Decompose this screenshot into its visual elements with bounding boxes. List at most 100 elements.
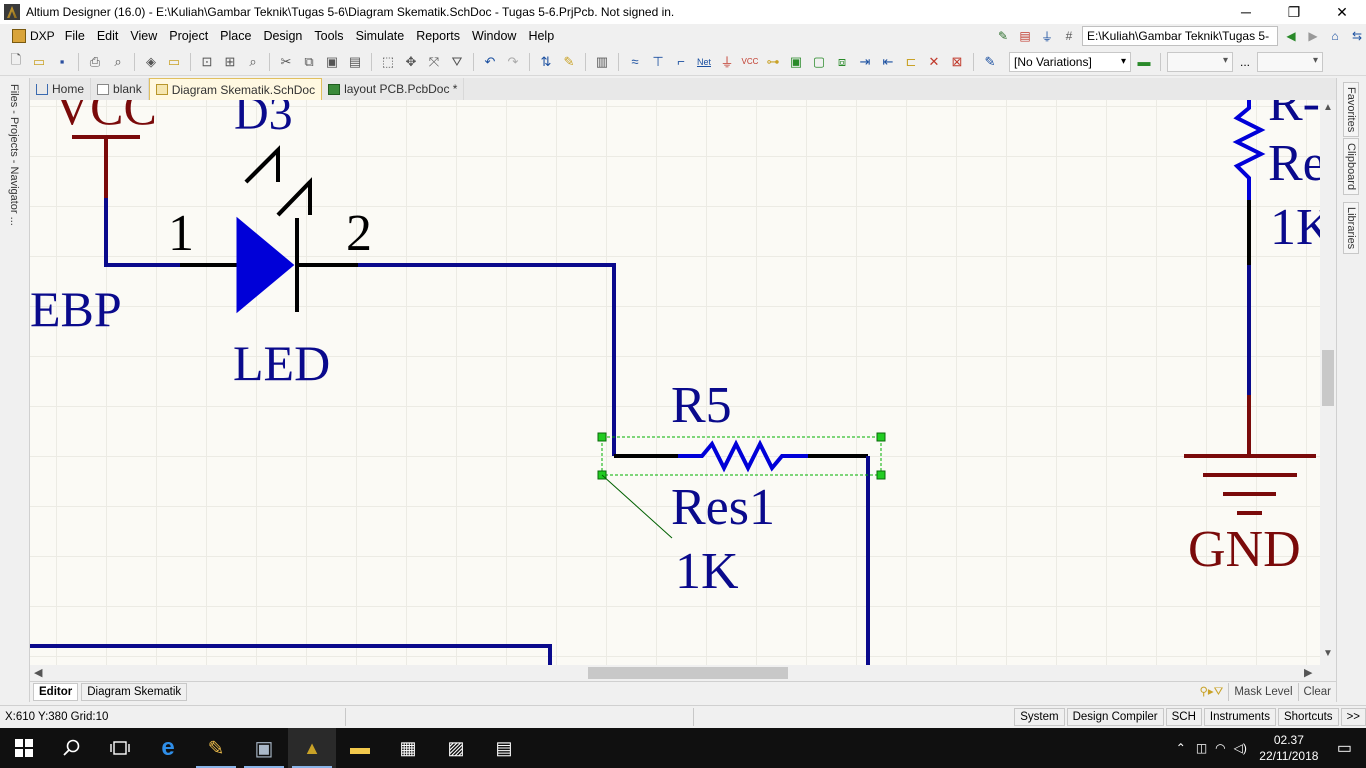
navigate-icon[interactable]: ⇆	[1348, 27, 1366, 45]
paste-icon[interactable]: ▣	[322, 52, 342, 72]
taskbar-video-editor[interactable]: ▤	[480, 728, 528, 768]
forward-icon[interactable]: ▶	[1304, 27, 1322, 45]
favorites-panel-tab[interactable]: Favorites	[1343, 82, 1359, 138]
notification-icon[interactable]: ▭	[1327, 738, 1366, 758]
scroll-left-icon[interactable]: ◀	[34, 666, 42, 679]
taskbar-altium[interactable]: ▲	[288, 728, 336, 768]
tab-blank[interactable]: blank	[91, 78, 149, 100]
tab-home[interactable]: Home	[30, 78, 92, 100]
menu-view[interactable]: View	[124, 26, 163, 46]
menu-reports[interactable]: Reports	[410, 26, 466, 46]
undo-icon[interactable]: ↶	[480, 52, 500, 72]
taskbar-calculator[interactable]: ▦	[384, 728, 432, 768]
redo-icon[interactable]: ↷	[503, 52, 523, 72]
sheet-entry-icon[interactable]: ▢	[809, 52, 829, 72]
horizontal-scrollbar[interactable]: ◀ ▶	[30, 665, 1320, 681]
hierarchy-icon[interactable]: ⇅	[536, 52, 556, 72]
menu-design[interactable]: Design	[257, 26, 308, 46]
clipboard-panel-tab[interactable]: Clipboard	[1343, 138, 1359, 196]
scroll-up-icon[interactable]: ▲	[1323, 102, 1333, 113]
gnd-port-icon[interactable]: ⏚	[717, 52, 737, 72]
minimize-button[interactable]: ─	[1222, 0, 1270, 24]
toolbar-combo-2[interactable]	[1257, 51, 1324, 72]
toolbar-combo-1[interactable]	[1167, 51, 1233, 72]
variations-dropdown[interactable]: [No Variations]	[1009, 51, 1131, 72]
place-bus-icon[interactable]: ⊤	[648, 52, 668, 72]
menu-file[interactable]: File	[59, 26, 91, 46]
deselect-icon[interactable]: ⤧	[424, 52, 444, 72]
pcb-layout-icon[interactable]: ▬	[1134, 52, 1154, 72]
tab-layout-pcb[interactable]: layout PCB.PcbDoc *	[322, 78, 465, 100]
copy-icon[interactable]: ⧉	[299, 52, 319, 72]
wifi-icon[interactable]: ◠	[1211, 741, 1229, 755]
toolbar-more[interactable]: ...	[1240, 55, 1250, 69]
selection-handle-tr[interactable]	[876, 432, 886, 442]
clear-filter-icon[interactable]: ⛛	[447, 52, 467, 72]
folder-icon[interactable]: ▭	[164, 52, 184, 72]
menu-project[interactable]: Project	[163, 26, 214, 46]
clear-button[interactable]: Clear	[1297, 683, 1336, 701]
clock[interactable]: 02.37 22/11/2018	[1251, 732, 1327, 764]
print-icon[interactable]: ⎙	[85, 52, 105, 72]
menu-place[interactable]: Place	[214, 26, 257, 46]
tray-chevron-icon[interactable]: ⌃	[1170, 741, 1192, 755]
close-button[interactable]: ✕	[1318, 0, 1366, 24]
home-nav-icon[interactable]: ⌂	[1326, 27, 1344, 45]
board-3d-icon[interactable]: ◈	[141, 52, 161, 72]
new-icon[interactable]: 🗋	[6, 52, 26, 72]
network-icon[interactable]: ◫	[1192, 741, 1211, 755]
mask-filter-icon[interactable]: ⚲▸⛛	[1194, 683, 1228, 701]
select-area-icon[interactable]: ⬚	[378, 52, 398, 72]
open-icon[interactable]: ▭	[29, 52, 49, 72]
left-panel-strip[interactable]: Files - Projects - Navigator ...	[0, 78, 30, 702]
vertical-scrollbar[interactable]: ▲ ▼	[1320, 100, 1336, 665]
harness-connector-icon[interactable]: ⊏	[901, 52, 921, 72]
place-part-icon[interactable]: ⊶	[763, 52, 783, 72]
menu-help[interactable]: Help	[522, 26, 560, 46]
browse-library-icon[interactable]: ▥	[592, 52, 612, 72]
taskbar-app-3[interactable]: ▣	[240, 728, 288, 768]
place-net-label-icon[interactable]: Net	[694, 52, 714, 72]
menu-window[interactable]: Window	[466, 26, 522, 46]
taskbar-edge[interactable]: e	[144, 728, 192, 768]
vertical-scroll-thumb[interactable]	[1322, 350, 1334, 406]
document-path-field[interactable]: E:\Kuliah\Gambar Teknik\Tugas 5-	[1082, 26, 1278, 46]
horizontal-scroll-thumb[interactable]	[588, 667, 788, 679]
vcc-port-icon[interactable]: VCC	[740, 52, 760, 72]
place-bus-entry-icon[interactable]: ⌐	[671, 52, 691, 72]
zoom-area-icon[interactable]: ⊞	[220, 52, 240, 72]
scroll-right-icon[interactable]: ▶	[1304, 666, 1312, 679]
libraries-panel-tab[interactable]: Libraries	[1343, 202, 1359, 255]
search-button[interactable]	[48, 728, 96, 768]
taskbar-photos[interactable]: ▨	[432, 728, 480, 768]
menu-edit[interactable]: Edit	[91, 26, 125, 46]
volume-icon[interactable]: ◁)	[1230, 741, 1251, 755]
drawing-tools-icon[interactable]: ✎	[980, 52, 1000, 72]
cross-probe-icon[interactable]: ✎	[559, 52, 579, 72]
taskbar-file-explorer[interactable]: ▬	[336, 728, 384, 768]
taskbar-app-2[interactable]: ✎	[192, 728, 240, 768]
place-wire-icon[interactable]: ≈	[625, 52, 645, 72]
move-icon[interactable]: ✥	[401, 52, 421, 72]
selection-handle-tl[interactable]	[597, 432, 607, 442]
task-view-button[interactable]	[96, 728, 144, 768]
power-ports-icon[interactable]: ⏚	[1038, 27, 1056, 45]
instruments-button[interactable]: Instruments	[1203, 708, 1276, 726]
zoom-fit-icon[interactable]: ⊡	[197, 52, 217, 72]
sch-panel-button[interactable]: SCH	[1165, 708, 1202, 726]
zoom-selected-icon[interactable]: ⌕	[243, 52, 263, 72]
cut-icon[interactable]: ✂	[276, 52, 296, 72]
design-compiler-button[interactable]: Design Compiler	[1066, 708, 1164, 726]
back-icon[interactable]: ◀	[1282, 27, 1300, 45]
shortcuts-button[interactable]: Shortcuts	[1277, 708, 1339, 726]
schematic-canvas[interactable]: VCC D3 1 2 EBP LED R5 Res1 1K R- Re 1K G…	[30, 100, 1320, 665]
compile-mask-icon[interactable]: ⊠	[947, 52, 967, 72]
tab-editor[interactable]: Editor	[33, 683, 79, 701]
save-icon[interactable]: ▪	[52, 52, 72, 72]
maximize-button[interactable]: ❐	[1270, 0, 1318, 24]
print-preview-icon[interactable]: ⌕	[108, 52, 128, 72]
offsheet-connector-icon[interactable]: ⇤	[878, 52, 898, 72]
grid-icon[interactable]: #	[1060, 27, 1078, 45]
tab-diagram-skematik[interactable]: Diagram Skematik.SchDoc	[148, 78, 323, 100]
mask-level-button[interactable]: Mask Level	[1228, 683, 1297, 701]
